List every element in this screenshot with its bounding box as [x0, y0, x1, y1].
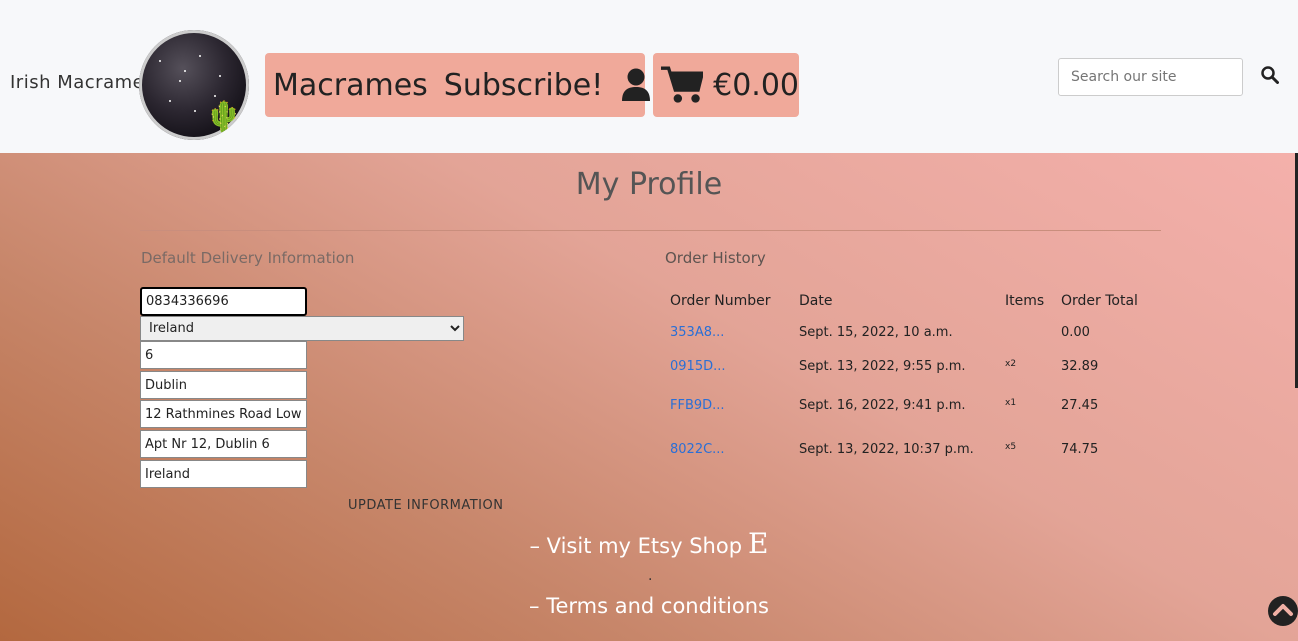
table-row: FFB9D... Sept. 16, 2022, 9:41 p.m. x1 27… — [665, 383, 1156, 427]
postcode-field[interactable] — [140, 341, 307, 369]
order-total: 0.00 — [1061, 324, 1090, 340]
order-total: 74.75 — [1061, 441, 1099, 457]
order-link[interactable]: FFB9D... — [670, 398, 725, 413]
nav-subscribe[interactable]: Subscribe! — [436, 53, 611, 117]
search-icon[interactable] — [1261, 66, 1279, 84]
phone-field[interactable] — [140, 287, 307, 316]
etsy-link-label: – Visit my Etsy Shop — [529, 534, 743, 558]
chevron-up-icon[interactable] — [1267, 595, 1298, 627]
col-items: Items — [1005, 293, 1045, 309]
cactus-icon: 🌵 — [205, 100, 243, 135]
etsy-shop-link[interactable]: – Visit my Etsy Shop E — [0, 527, 1298, 560]
cart-button[interactable]: €0.00 — [653, 53, 799, 117]
order-items: x2 — [1005, 358, 1017, 369]
cart-icon — [661, 66, 704, 103]
user-icon — [622, 68, 651, 101]
table-row: 0915D... Sept. 13, 2022, 9:55 p.m. x2 32… — [665, 349, 1156, 383]
delivery-section-title: Default Delivery Information — [141, 249, 355, 267]
order-items: x5 — [1005, 441, 1017, 452]
country-select[interactable]: Ireland — [140, 316, 464, 341]
order-date: Sept. 13, 2022, 9:55 p.m. — [799, 358, 966, 374]
county-field[interactable] — [140, 460, 307, 488]
street-address1-field[interactable] — [140, 400, 307, 428]
order-history-table: Order Number Date Items Order Total 353A… — [665, 287, 1156, 471]
order-total: 32.89 — [1061, 358, 1099, 374]
order-date: Sept. 16, 2022, 9:41 p.m. — [799, 397, 966, 413]
divider — [140, 230, 1161, 231]
order-link[interactable]: 0915D... — [670, 359, 726, 374]
col-order-total: Order Total — [1061, 293, 1138, 309]
footer-separator: . — [648, 568, 653, 584]
update-information-button[interactable]: UPDATE INFORMATION — [348, 498, 503, 513]
terms-link[interactable]: – Terms and conditions — [0, 594, 1298, 618]
order-link[interactable]: 8022C... — [670, 442, 725, 457]
main-nav: Macrames Subscribe! — [265, 53, 688, 117]
town-field[interactable] — [140, 371, 307, 399]
logo[interactable]: 🌵 — [139, 30, 249, 140]
cart-total: €0.00 — [713, 67, 799, 103]
col-order-number: Order Number — [670, 293, 771, 309]
brand-name[interactable]: Irish Macrames — [10, 72, 154, 93]
order-items: x1 — [1005, 397, 1017, 408]
order-total: 27.45 — [1061, 397, 1099, 413]
order-history-title: Order History — [665, 249, 766, 267]
table-row: 8022C... Sept. 13, 2022, 10:37 p.m. x5 7… — [665, 427, 1156, 471]
page-title: My Profile — [575, 167, 723, 202]
order-date: Sept. 15, 2022, 10 a.m. — [799, 324, 953, 340]
order-link[interactable]: 353A8... — [670, 325, 724, 340]
search-input[interactable] — [1058, 58, 1243, 96]
street-address2-field[interactable] — [140, 430, 307, 458]
col-date: Date — [799, 293, 833, 309]
nav-macrames[interactable]: Macrames — [265, 53, 436, 117]
table-row: 353A8... Sept. 15, 2022, 10 a.m. 0.00 — [665, 315, 1156, 349]
etsy-icon: E — [748, 527, 769, 560]
order-date: Sept. 13, 2022, 10:37 p.m. — [799, 441, 974, 457]
